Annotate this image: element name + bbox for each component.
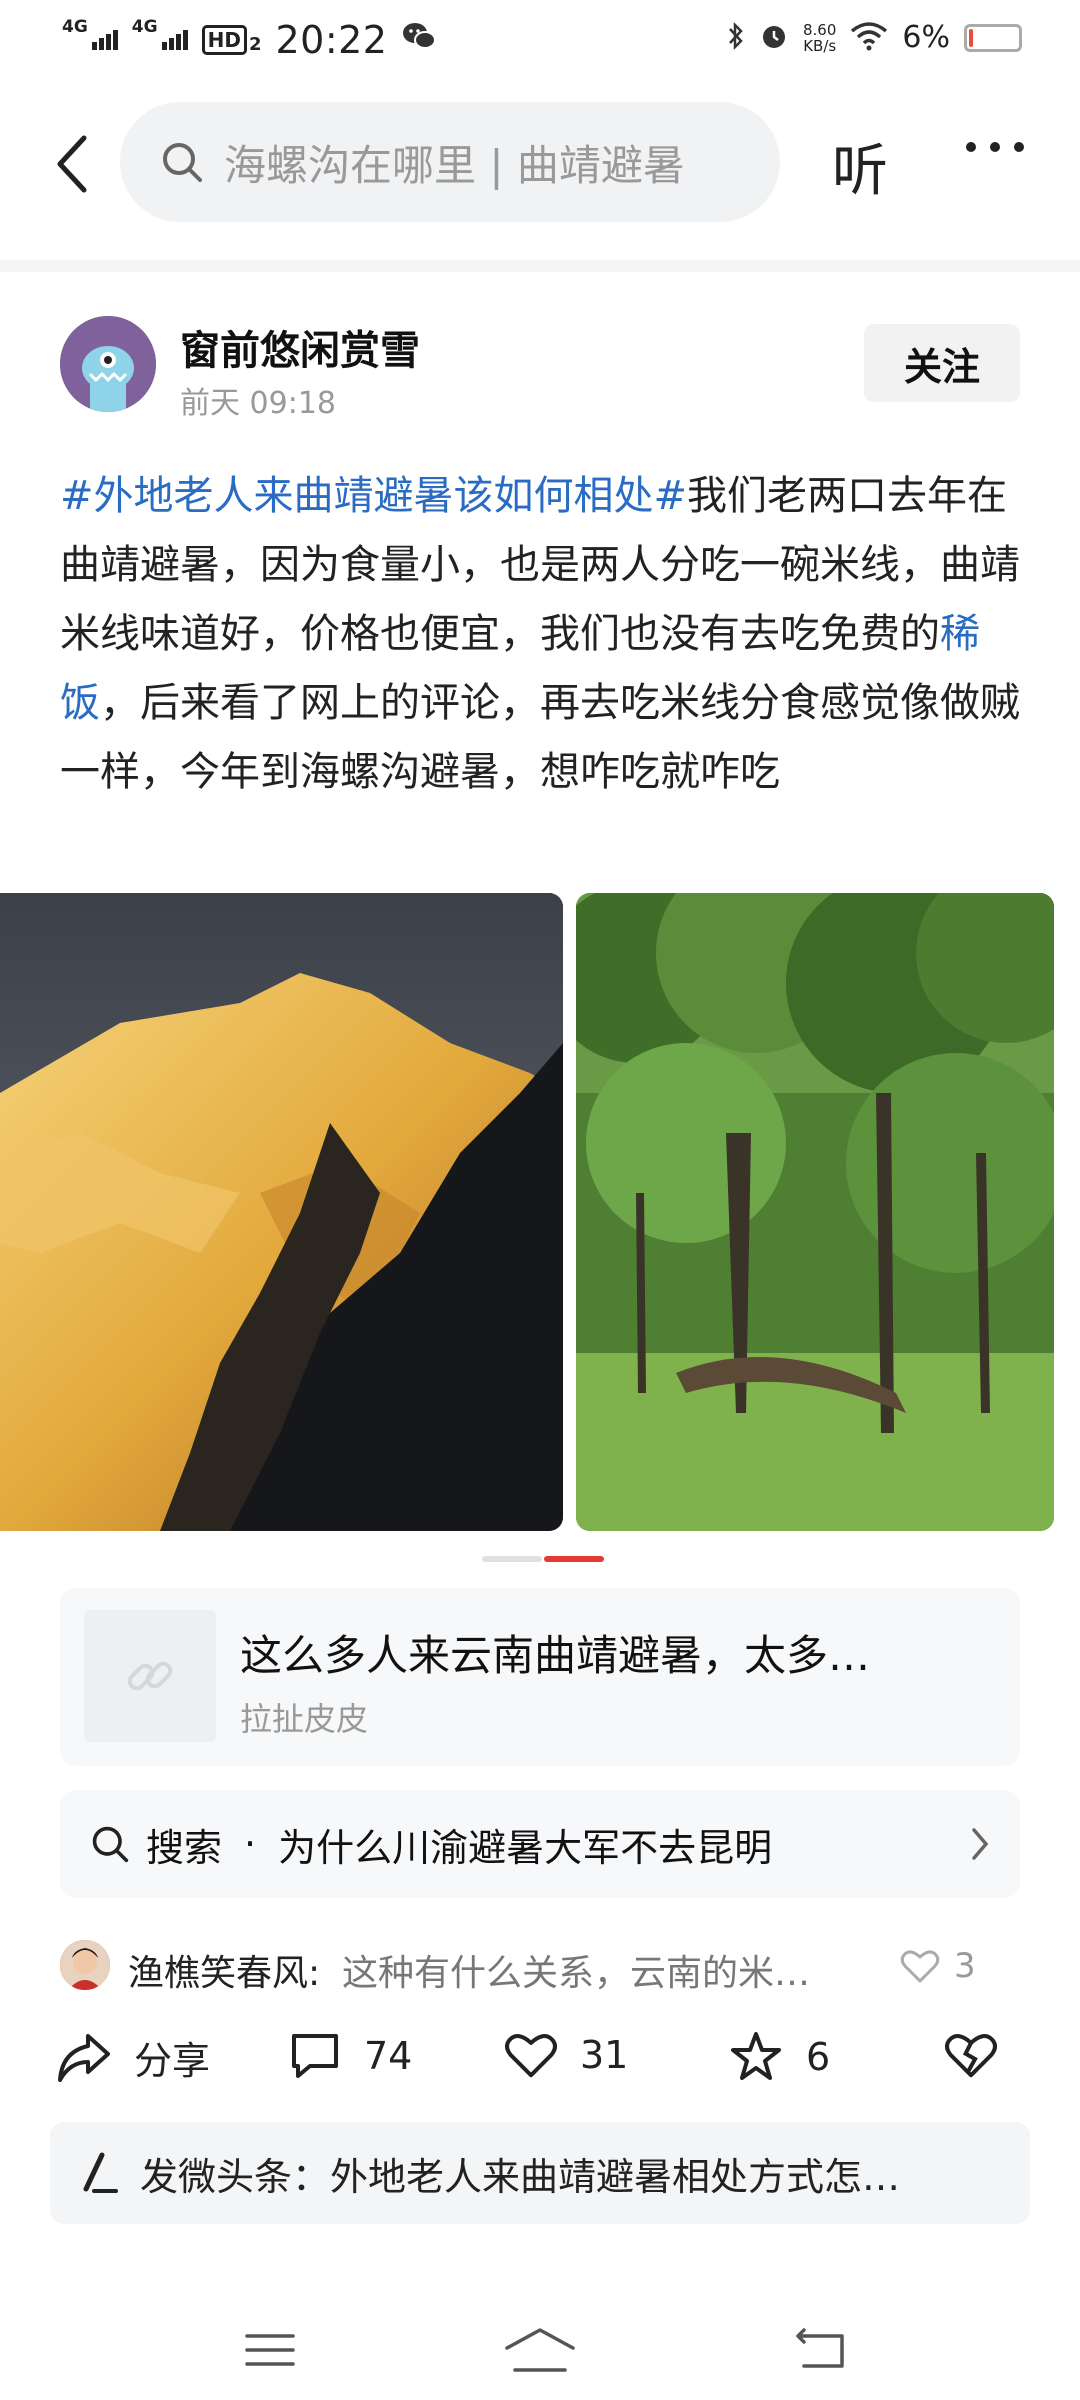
comment-count: 74 (364, 2034, 413, 2078)
chevron-left-icon (57, 135, 87, 193)
share-icon (58, 2033, 110, 2082)
divider (0, 260, 1080, 272)
related-title: 这么多人来云南曲靖避暑，太多… (240, 1631, 871, 1680)
back-button[interactable] (44, 128, 100, 200)
chevron-right-icon (972, 1828, 989, 1860)
top-nav: 海螺沟在哪里 | 曲靖避暑 听 (0, 100, 1080, 228)
separator: · (244, 1822, 257, 1866)
author-avatar[interactable] (60, 316, 156, 412)
system-nav-bar (0, 2300, 1080, 2400)
pen-icon (83, 2152, 118, 2193)
return-icon (796, 2328, 844, 2368)
signal-icon-2: 4G (132, 19, 188, 50)
search-label: 搜索 (146, 1825, 223, 1870)
menu-button[interactable] (230, 2320, 310, 2380)
link-icon (127, 1661, 173, 1691)
pager-dot (482, 1556, 542, 1562)
post-image-forest[interactable] (576, 893, 1054, 1531)
search-input[interactable]: 海螺沟在哪里 | 曲靖避暑 (120, 102, 780, 222)
alarm-icon (759, 21, 789, 55)
comment-like-count: 3 (954, 1946, 976, 1986)
more-options-button[interactable] (966, 142, 1024, 152)
commenter-name[interactable]: 渔樵笑春风: (128, 1944, 320, 1996)
like-count: 31 (580, 2033, 629, 2077)
like-button[interactable]: 31 (504, 2030, 628, 2080)
follow-button[interactable]: 关注 (864, 324, 1020, 402)
comment-preview[interactable]: 渔樵笑春风: 这种有什么关系，云南的米… 3 (60, 1940, 1020, 1994)
publish-post-bar[interactable]: 发微头条：外地老人来曲靖避暑相处方式怎… (50, 2122, 1030, 2224)
post-text: ，后来看了网上的评论，再去吃米线分食感觉像做贼一样，今年到海螺沟避暑，想咋吃就咋… (60, 680, 1020, 795)
search-icon (92, 1826, 129, 1863)
search-icon (163, 143, 202, 182)
comment-like-button[interactable]: 3 (900, 1946, 976, 1986)
related-source: 拉扯皮皮 (240, 1700, 369, 1738)
net-speed: 8.60 KB/s (803, 20, 837, 55)
dislike-button[interactable] (944, 2030, 998, 2080)
comment-text: 这种有什么关系，云南的米… (342, 1953, 811, 1994)
hashtag-link[interactable]: #外地老人来曲靖避暑该如何相处# (60, 473, 687, 519)
battery-icon (964, 23, 1022, 52)
publish-label: 发微头条：外地老人来曲靖避暑相处方式怎… (140, 2154, 901, 2199)
pager-dot-active (544, 1556, 604, 1562)
home-button[interactable] (500, 2320, 580, 2380)
post-body: #外地老人来曲靖避暑该如何相处#我们老两口去年在曲靖避暑，因为食量小，也是两人分… (60, 462, 1020, 807)
menu-icon (245, 2334, 295, 2366)
search-suggestion[interactable]: 搜索 · 为什么川渝避暑大军不去昆明 (60, 1790, 1020, 1898)
favorite-count: 6 (806, 2035, 831, 2079)
hd-icon: HD 2 (201, 25, 261, 55)
commenter-avatar[interactable] (60, 1940, 110, 1990)
comment-icon (292, 2034, 338, 2078)
author-name[interactable]: 窗前悠闲赏雪 (180, 318, 420, 376)
post-time: 前天 09:18 (180, 386, 336, 421)
favorite-button[interactable]: 6 (728, 2030, 830, 2084)
search-placeholder: 海螺沟在哪里 | 曲靖避暑 (224, 140, 685, 190)
bluetooth-icon (727, 21, 745, 55)
clock: 20:22 (275, 18, 388, 62)
share-label: 分享 (134, 2039, 211, 2083)
share-button[interactable]: 分享 (56, 2030, 210, 2085)
post-image-mountain[interactable] (0, 893, 563, 1531)
image-pager (482, 1556, 604, 1562)
status-bar: 4G 4G HD 2 20:22 8.60 KB/s 6% (0, 0, 1080, 84)
related-thumbnail (84, 1610, 216, 1742)
star-icon (731, 2032, 781, 2080)
action-bar: 分享 74 31 6 (56, 2030, 1016, 2094)
home-icon (505, 2328, 575, 2372)
back-system-button[interactable] (782, 2320, 862, 2380)
related-article-card[interactable]: 这么多人来云南曲靖避暑，太多… 拉扯皮皮 (60, 1588, 1020, 1766)
heart-icon (900, 1950, 940, 1983)
broken-heart-icon (945, 2034, 997, 2078)
heart-icon (505, 2034, 557, 2078)
search-query: 为什么川渝避暑大军不去昆明 (278, 1825, 773, 1870)
comment-button[interactable]: 74 (288, 2030, 412, 2082)
battery-percent: 6% (902, 20, 950, 55)
wechat-icon (401, 20, 437, 61)
listen-button[interactable]: 听 (832, 126, 888, 207)
wifi-icon (850, 21, 888, 55)
signal-icon-1: 4G (62, 19, 118, 50)
